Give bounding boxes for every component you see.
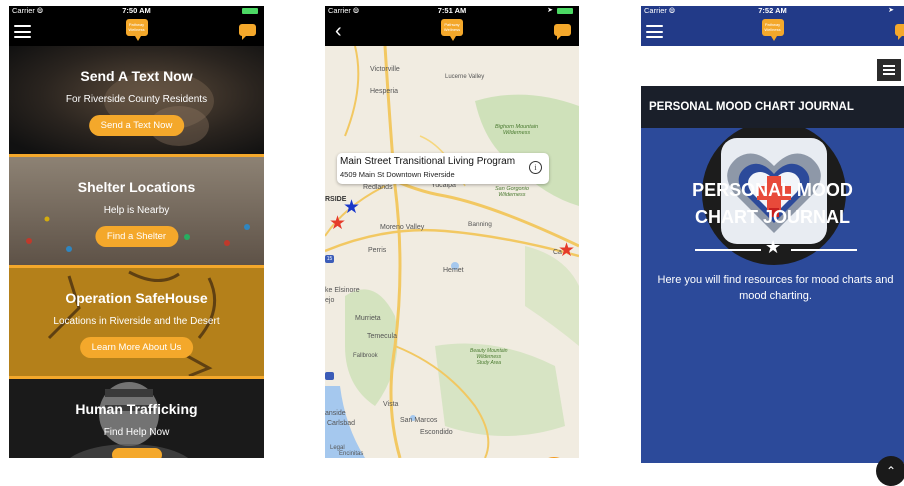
status-time: 7:52 AM [758,6,787,15]
panel-subtitle: Locations in Riverside and the Desert [53,316,220,327]
map-label: Hemet [443,267,464,274]
back-chevron-icon[interactable]: ‹ [335,21,342,41]
journal-header: PERSONAL MOOD CHART JOURNAL [641,86,904,128]
journal-title-line1: PERSONAL MOOD [692,180,853,200]
shelter-map-screen: Carrier ⨷ 7:51 AM ➤ ‹ Pathway Wellness V… [325,6,579,458]
panel-subtitle: Find Help Now [103,427,170,438]
map-label: ejo [325,297,335,304]
location-arrow-icon: ➤ [547,7,553,14]
map-label: Hesperia [370,88,399,95]
map-label: Banning [468,221,492,228]
map-label: Beauty Mountain Wilderness Study Area [470,348,508,366]
chat-bubble-icon[interactable] [895,24,904,40]
panel-title: Shelter Locations [77,179,196,195]
map-label: anside [325,410,346,417]
battery-icon [242,8,258,14]
mood-journal-screen: Carrier ⨷ 7:52 AM ➤ Pathway Wellness PER… [641,6,904,463]
star-icon: ★ [765,237,782,257]
map-callout[interactable]: Main Street Transitional Living Program … [337,153,549,184]
hamburger-icon[interactable] [14,25,31,38]
map-label: Lucerne Valley [445,74,485,80]
panel-subtitle: Help is Nearby [103,205,170,216]
highway-shield: 15 [325,255,334,263]
title-divider-left [695,249,761,251]
app-logo: Pathway Wellness [441,19,463,41]
status-time: 7:50 AM [122,6,151,15]
map-label: Murrieta [355,315,381,322]
panel-shelter-locations: Shelter Locations Help is Nearby Find a … [9,157,264,265]
location-arrow-icon: ➤ [888,7,894,14]
nav-bar: Pathway Wellness [9,16,264,46]
hamburger-icon[interactable] [646,25,663,38]
map-label: San Gorgonio Wilderness [495,186,529,198]
map-label: Moreno Valley [380,224,425,231]
shelter-home-screen: Carrier ⨷ 7:50 AM Pathway Wellness Send … [9,6,264,458]
send-text-button[interactable]: Send a Text Now [88,115,185,136]
highway-shield [325,372,334,380]
app-logo: Pathway Wellness [125,19,148,41]
nav-bar: ‹ Pathway Wellness [325,16,579,46]
map-label: ke Elsinore [325,287,360,294]
map-canvas[interactable] [325,46,579,458]
map-view[interactable]: Victorville Lucerne Valley Hesperia Bigh… [325,46,579,458]
map-label: Encinitas [339,451,364,457]
panel-subtitle: For Riverside County Residents [65,94,208,105]
map-label: Fallbrook [353,353,378,359]
panel-operation-safehouse: Operation SafeHouse Locations in Riversi… [9,268,264,376]
status-bar: Carrier ⨷ 7:50 AM [9,6,264,16]
location-marker[interactable]: ★ [558,241,575,260]
panel-background-photo [9,379,264,458]
nav-bar: Pathway Wellness [641,16,904,46]
callout-name: Main Street Transitional Living Program [340,156,516,167]
panel-title: Human Trafficking [75,401,198,417]
map-label: Redlands [363,184,393,191]
map-label: Escondido [420,429,453,436]
status-bar: Carrier ⨷ 7:52 AM ➤ [641,6,904,16]
app-logo: Pathway Wellness [761,19,784,41]
status-time: 7:51 AM [437,6,467,15]
chat-bubble-icon[interactable] [239,24,256,40]
find-shelter-button[interactable]: Find a Shelter [94,226,179,247]
info-icon[interactable]: i [529,161,542,174]
map-label: Victorville [370,66,400,73]
map-label: Carlsbad [327,420,356,427]
status-bar: Carrier ⨷ 7:51 AM ➤ [325,6,579,16]
title-divider-right [791,249,857,251]
site-menu-icon[interactable] [877,59,901,81]
journal-description: Here you will find resources for mood ch… [657,274,894,302]
panel-title: Operation SafeHouse [65,290,208,306]
panel-send-text: Send A Text Now For Riverside County Res… [9,46,264,154]
map-label: San Marcos [400,417,438,424]
trafficking-help-button[interactable] [111,448,162,458]
map-label: Perris [368,247,387,254]
panel-human-trafficking: Human Trafficking Find Help Now [9,379,264,458]
panel-title: Send A Text Now [80,68,193,84]
selected-location-marker[interactable]: ★ [343,198,360,217]
chat-bubble-icon[interactable] [554,24,571,40]
learn-more-button[interactable]: Learn More About Us [79,337,194,358]
chevron-up-icon[interactable]: ⌃ [876,456,904,486]
map-label: Vista [383,401,399,408]
map-label: Bighorn Mountain Wilderness [495,124,539,136]
callout-address: 4509 Main St Downtown Riverside [340,170,455,179]
battery-icon [557,8,573,14]
journal-title-line2: CHART JOURNAL [695,207,850,227]
map-label: Temecula [367,333,397,340]
